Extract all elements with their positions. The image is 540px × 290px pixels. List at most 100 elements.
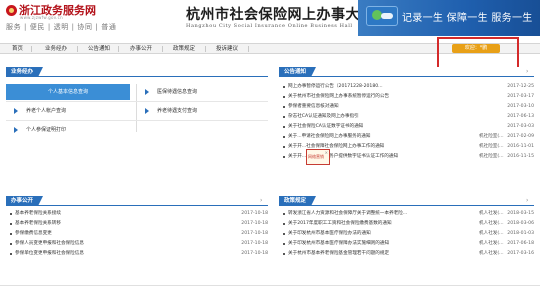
grid-divider	[6, 101, 268, 102]
bullet-icon	[10, 253, 12, 255]
disclosure-date: 2017-10-18	[241, 251, 268, 256]
nav-divider	[248, 46, 249, 52]
notice-title: 参保者重要信息核对通知	[288, 104, 339, 109]
more-icon[interactable]: ›	[526, 198, 532, 204]
personal-info-query-button[interactable]: 个人基本信息查询	[6, 84, 130, 100]
disclosure-date: 2017-10-18	[241, 241, 268, 246]
disclosure-title: 基本养老保险关系转移	[15, 221, 61, 226]
list-item[interactable]: 关于...申请社会保险网上办事服务的通知 机社险室(... 2017-02-09	[283, 133, 534, 141]
notice-date: 2016-11-15	[507, 154, 534, 159]
site-header: 浙江政务服务网 www.zjzwfw.gov.cn 服务 | 便民 | 透明 |…	[0, 0, 540, 42]
list-item[interactable]: 参保单位变更申报和社会保险信息 2017-10-18	[10, 250, 268, 258]
notice-date: 2017-03-17	[507, 94, 534, 99]
more-icon[interactable]: ›	[526, 69, 532, 75]
notice-date: 2017-06-13	[507, 114, 534, 119]
medical-benefit-query-button[interactable]: 医保待遇信息查询	[137, 84, 268, 100]
policy-date: 2018-01-03	[507, 231, 534, 236]
nav-divider	[31, 46, 32, 52]
policy-title: 关于印发杭州市基本医疗保险办法的通知	[288, 231, 371, 236]
notices-panel-title: 公告通知	[279, 67, 317, 77]
notice-date: 2017-03-03	[507, 124, 534, 129]
nav-item-notices[interactable]: 公告通知	[88, 44, 110, 54]
portal-slogan: 服务 | 便民 | 透明 | 协同 | 普通	[6, 23, 117, 31]
site-title: 杭州市社会保险网上办事大厅	[186, 7, 375, 23]
list-item[interactable]: 关于社会保险CA认证数字证书的通知 2017-03-03	[283, 123, 534, 131]
list-item[interactable]: 关于2017年度职工工资和社会保险缴费基数的通知 机人社发(... 2018-0…	[283, 220, 534, 228]
nav-item-home[interactable]: 首页	[12, 44, 23, 54]
policies-panel-title: 政策规定	[279, 196, 317, 206]
nav-item-disclosure[interactable]: 办事公开	[130, 44, 152, 54]
list-item[interactable]: 参保人员变更申报和社会保险信息 2017-10-18	[10, 240, 268, 248]
notice-dept: 机社险室(...	[479, 144, 504, 149]
list-item[interactable]: 关于印发杭州市基本医疗保险办法的通知 机人社发(... 2018-01-03	[283, 230, 534, 238]
notice-title: 关于开...社会保障社会保险网上办事工作的通知	[288, 144, 385, 149]
bullet-icon	[283, 96, 285, 98]
insurance-certificate-print-button[interactable]: 个人参保证明打印	[6, 122, 130, 138]
policy-dept: 机人社发(...	[479, 251, 504, 256]
bullet-icon	[10, 243, 12, 245]
disclosure-date: 2017-10-18	[241, 231, 268, 236]
pension-payment-query-button[interactable]: 养老待遇支付查询	[137, 103, 268, 119]
bullet-icon	[283, 156, 285, 158]
bullet-icon	[283, 146, 285, 148]
list-item[interactable]: 杂志社CA认证通知及网上办事指引 2017-06-13	[283, 113, 534, 121]
list-item[interactable]: 关于杭州市基本养老保险基金管理若干问题的规定 机人社发(... 2017-03-…	[283, 250, 534, 258]
notice-date: 2017-03-10	[507, 104, 534, 109]
list-item[interactable]: 基本养老保险关系转移 2017-10-18	[10, 220, 268, 228]
zhejiang-emblem-icon	[6, 5, 17, 16]
portal-url: www.zjzwfw.gov.cn	[20, 15, 63, 20]
bullet-icon	[283, 116, 285, 118]
nav-item-business[interactable]: 业务经办	[45, 44, 67, 54]
welcome-highlight-box	[437, 37, 519, 71]
notice-title: 网上办事暂停运行公告（20171228-20180...	[288, 84, 383, 89]
list-item[interactable]: 关于杭州市社会保险网上办事系统暂停运行的公告 2017-03-17	[283, 93, 534, 101]
header-banner: 记录一生 保障一生 服务一生	[358, 0, 540, 36]
bullet-icon	[283, 126, 285, 128]
notice-title: 关于开...网上办事服务户提供数字证书认证工作的通知	[288, 154, 399, 159]
notice-dept: 机社险室(...	[479, 154, 504, 159]
footer-divider	[0, 285, 540, 286]
business-panel-header: 业务经办	[6, 67, 268, 77]
policy-title: 关于印发杭州市基本医疗保障办法实施细则的通知	[288, 241, 390, 246]
notice-title: 关于...申请社会保险网上办事服务的通知	[288, 134, 371, 139]
bullet-icon	[10, 213, 12, 215]
list-item[interactable]: 基本养老保险关系接续 2017-10-18	[10, 210, 268, 218]
user-welcome[interactable]: 欢迎：*鹏	[452, 44, 500, 53]
policy-title: 关于杭州市基本养老保险基金管理若干问题的规定	[288, 251, 390, 256]
close-icon[interactable]: ×	[325, 150, 328, 155]
disclosure-title: 基本养老保险关系接续	[15, 211, 61, 216]
more-icon[interactable]: ›	[260, 198, 266, 204]
banner-slogan: 记录一生 保障一生 服务一生	[402, 13, 533, 24]
bullet-icon	[283, 213, 285, 215]
disclosure-panel-header: 办事公开 ›	[6, 196, 268, 206]
site-subtitle: Hangzhou City Social Insurance Online Bu…	[186, 23, 353, 29]
social-security-card-icon	[366, 6, 398, 26]
list-item[interactable]: 关于印发杭州市基本医疗保障办法实施细则的通知 机人社发(... 2017-06-…	[283, 240, 534, 248]
policy-dept: 机人社发(...	[479, 221, 504, 226]
bullet-icon	[283, 243, 285, 245]
policy-title: 转发浙江省人力资源和社会保障厅关于调整统一本养老险...	[288, 211, 408, 216]
disclosure-title: 参保缴费信息变更	[15, 231, 52, 236]
policy-dept: 机人社发(...	[479, 241, 504, 246]
policy-dept: 机人社发(...	[479, 211, 504, 216]
notice-dept: 机社险室(...	[479, 134, 504, 139]
floating-ad-popup[interactable]: 网络营销 ×	[306, 149, 330, 165]
policy-date: 2017-03-16	[507, 251, 534, 256]
nav-divider	[118, 46, 119, 52]
disclosure-date: 2017-10-18	[241, 211, 268, 216]
notice-title: 关于杭州市社会保险网上办事系统暂停运行的公告	[288, 94, 390, 99]
list-item[interactable]: 转发浙江省人力资源和社会保障厅关于调整统一本养老险... 机人社发(... 20…	[283, 210, 534, 218]
notice-title: 杂志社CA认证通知及网上办事指引	[288, 114, 359, 119]
disclosure-title: 参保单位变更申报和社会保险信息	[15, 251, 84, 256]
bullet-icon	[283, 106, 285, 108]
nav-item-feedback[interactable]: 投诉建议	[216, 44, 238, 54]
nav-item-policies[interactable]: 政策规定	[173, 44, 195, 54]
notices-panel-header: 公告通知 ›	[279, 67, 534, 77]
list-item[interactable]: 参保缴费信息变更 2017-10-18	[10, 230, 268, 238]
nav-divider	[205, 46, 206, 52]
pension-account-query-button[interactable]: 养老个人帐户查询	[6, 103, 130, 119]
policy-date: 2017-06-18	[507, 241, 534, 246]
notice-date: 2017-02-09	[507, 134, 534, 139]
list-item[interactable]: 参保者重要信息核对通知 2017-03-10	[283, 103, 534, 111]
list-item[interactable]: 网上办事暂停运行公告（20171228-20180... 2017-12-25	[283, 83, 534, 91]
